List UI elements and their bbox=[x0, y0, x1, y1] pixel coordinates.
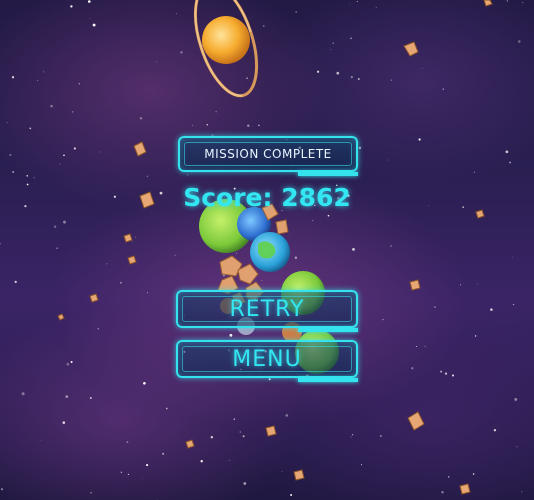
ringed-planet-icon bbox=[193, 0, 259, 98]
game-scene: MISSION COMPLETE Score: 2862 RETRY MENU bbox=[0, 0, 534, 500]
score-display: Score: 2862 bbox=[183, 183, 351, 212]
menu-button[interactable]: MENU bbox=[176, 340, 358, 382]
mission-status-banner: MISSION COMPLETE bbox=[178, 136, 358, 176]
space-objects bbox=[57, 0, 493, 495]
retry-button-label: RETRY bbox=[229, 296, 305, 322]
mission-status-text: MISSION COMPLETE bbox=[204, 147, 332, 161]
menu-button-label: MENU bbox=[232, 346, 302, 372]
retry-button[interactable]: RETRY bbox=[176, 290, 358, 332]
